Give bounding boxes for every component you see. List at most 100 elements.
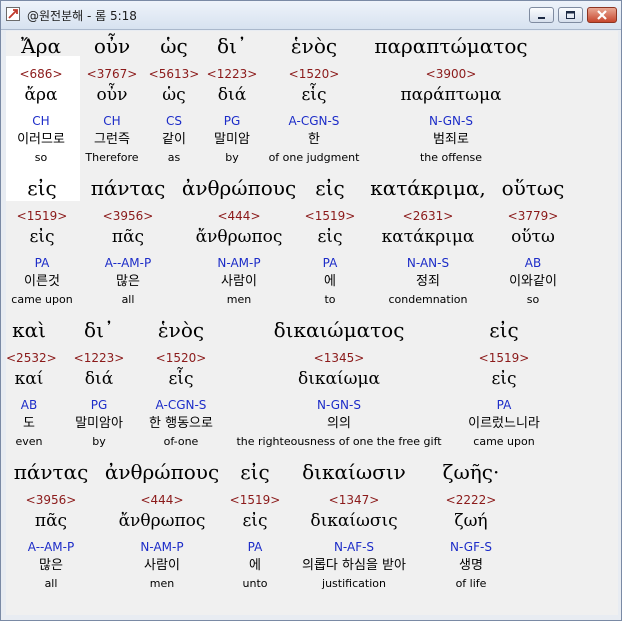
korean-gloss: 의롭다 하심을 받아: [302, 558, 406, 573]
korean-gloss: 이러므로: [17, 132, 65, 147]
english-gloss: men: [149, 577, 175, 590]
lemma: εἰς: [29, 227, 55, 247]
greek-word: εἰς: [240, 460, 270, 484]
strong-number: <444>: [217, 209, 261, 223]
greek-word: εἰς: [315, 176, 345, 200]
strong-number: <3767>: [86, 67, 138, 81]
strong-number: <5613>: [148, 67, 200, 81]
strong-number: <1223>: [206, 67, 258, 81]
lemma: ἄνθρωπος: [118, 511, 206, 531]
english-gloss: by: [92, 435, 106, 448]
strong-number: <1519>: [478, 351, 530, 365]
verse-line-2: εἰς <1519> εἰς PA 이른것 came upon πάντας <…: [6, 175, 618, 315]
lemma: ἄρα: [24, 85, 58, 105]
greek-word: ἑνὸς: [157, 318, 205, 342]
strong-number: <1223>: [73, 351, 125, 365]
strong-number: <1520>: [288, 67, 340, 81]
english-gloss: condemnation: [388, 293, 468, 306]
parsing-code: A-CGN-S: [155, 398, 207, 412]
strong-number: <3956>: [25, 493, 77, 507]
parsing-code: AB: [524, 256, 542, 270]
lemma: διά: [217, 85, 247, 105]
minimize-button[interactable]: [529, 7, 554, 23]
strong-number: <2222>: [445, 493, 497, 507]
parsing-code: PG: [90, 398, 108, 412]
greek-word: Ἄρα: [21, 34, 61, 58]
parsing-code: N-AM-P: [217, 256, 261, 270]
lemma: οὖν: [96, 85, 128, 105]
strong-number: <3956>: [102, 209, 154, 223]
english-gloss: the offense: [419, 151, 483, 164]
strong-number: <686>: [19, 67, 63, 81]
parsing-code: PA: [322, 256, 338, 270]
lemma: διά: [84, 369, 114, 389]
korean-gloss: 한 행동으로: [149, 416, 213, 431]
korean-gloss: 많은: [39, 558, 63, 573]
lemma: εἷς: [168, 369, 194, 389]
parsing-code: N-AM-P: [140, 540, 184, 554]
strong-number: <1347>: [328, 493, 380, 507]
lemma: κατάκριμα: [381, 227, 475, 247]
korean-gloss: 이르렀느니라: [468, 416, 540, 431]
strong-number: <3779>: [507, 209, 559, 223]
korean-gloss: 말미암아: [75, 416, 123, 431]
parsing-code: N-GN-S: [429, 114, 473, 128]
parsing-code: N-GF-S: [450, 540, 492, 554]
lemma: πᾶς: [111, 227, 145, 247]
greek-word: εἰς: [27, 176, 57, 200]
greek-word: κατάκριμα,: [370, 176, 486, 200]
strong-number: <3900>: [425, 67, 477, 81]
title-bar[interactable]: @원전분해 - 롬 5:18: [1, 1, 621, 30]
parsing-code: CS: [166, 114, 182, 128]
verse-line-4: πάντας <3956> πᾶς A--AM-P 많은 all ἀνθρώπο…: [6, 459, 618, 599]
korean-gloss: 정죄: [416, 274, 440, 289]
parsing-code: PG: [223, 114, 241, 128]
close-button[interactable]: [587, 7, 617, 23]
parsing-panel[interactable]: Ἄρα <686> ἄρα CH 이러므로 so οὖν <3767> οὖν …: [6, 31, 618, 615]
korean-gloss: 이와같이: [509, 274, 557, 289]
english-gloss: by: [225, 151, 239, 164]
parsing-code: PA: [34, 256, 50, 270]
lemma: εἰς: [242, 511, 268, 531]
maximize-button[interactable]: [558, 7, 583, 23]
english-gloss: of-one: [163, 435, 199, 448]
lemma: εἰς: [317, 227, 343, 247]
greek-word: πάντας: [13, 460, 89, 484]
parsing-code: PA: [496, 398, 512, 412]
parsing-code: N-AN-S: [406, 256, 450, 270]
strong-number: <1520>: [155, 351, 207, 365]
lemma: δικαίωσις: [310, 511, 398, 531]
greek-word: ἑνὸς: [290, 34, 338, 58]
lemma: εἷς: [301, 85, 327, 105]
korean-gloss: 말미암: [214, 132, 250, 147]
app-icon: [6, 7, 20, 21]
greek-word: δι᾽: [217, 34, 247, 58]
lemma: ἄνθρωπος: [195, 227, 283, 247]
greek-word: δικαίωσιν: [302, 460, 406, 484]
greek-word: καὶ: [12, 318, 46, 342]
english-gloss: came upon: [473, 435, 535, 448]
lemma: οὕτω: [511, 227, 555, 247]
english-gloss: even: [15, 435, 43, 448]
strong-number: <2631>: [402, 209, 454, 223]
parsing-code: CH: [103, 114, 121, 128]
korean-gloss: 그런즉: [94, 132, 130, 147]
parsing-code: A-CGN-S: [288, 114, 340, 128]
english-gloss: all: [121, 293, 135, 306]
english-gloss: men: [226, 293, 252, 306]
korean-gloss: 사람이: [221, 274, 257, 289]
parsing-code: A--AM-P: [27, 540, 75, 554]
verse-line-3: καὶ <2532> καί AB 도 even δι᾽ <1223> διά …: [6, 317, 618, 457]
english-gloss: to: [324, 293, 336, 306]
korean-gloss: 같이: [162, 132, 186, 147]
korean-gloss: 도: [23, 416, 35, 431]
english-gloss: so: [34, 151, 48, 164]
greek-word: ἀνθρώπους: [181, 176, 297, 200]
strong-number: <1345>: [313, 351, 365, 365]
strong-number: <1519>: [304, 209, 356, 223]
strong-number: <444>: [140, 493, 184, 507]
greek-word: ὡς: [160, 34, 188, 58]
parsing-code: PA: [247, 540, 263, 554]
korean-gloss: 범죄로: [433, 132, 469, 147]
greek-word: δικαιώματος: [273, 318, 405, 342]
